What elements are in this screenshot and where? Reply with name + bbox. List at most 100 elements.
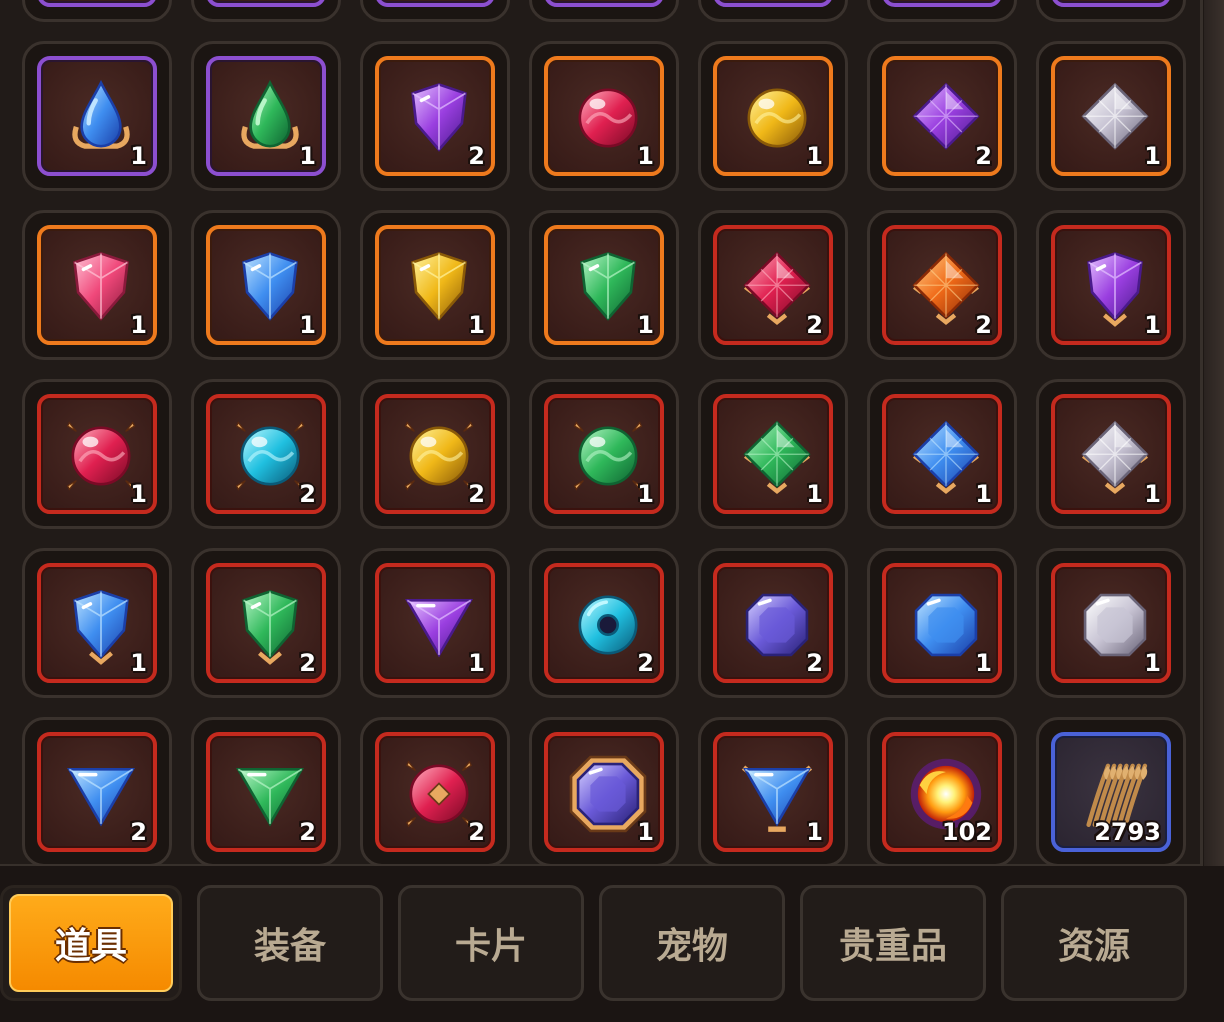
item-count: 2	[468, 480, 485, 508]
tab-pets[interactable]: 宠物	[599, 885, 785, 1001]
inventory-slot[interactable]: 1	[698, 41, 848, 191]
slot-frame: 1	[1051, 563, 1171, 683]
item-count: 2	[130, 818, 147, 846]
inventory-slot-partial[interactable]	[529, 0, 679, 22]
inventory-slot[interactable]: 1	[360, 548, 510, 698]
item-count: 1	[806, 480, 823, 508]
inventory-slot[interactable]: 1	[1036, 210, 1186, 360]
inventory-slot[interactable]: 1	[1036, 548, 1186, 698]
inventory-slot[interactable]: 2	[191, 379, 341, 529]
inventory-slot-partial[interactable]	[22, 0, 172, 22]
inventory-slot[interactable]: 2	[867, 210, 1017, 360]
item-count: 102	[941, 818, 992, 846]
slot-frame: 1	[37, 225, 157, 345]
item-count: 2	[806, 649, 823, 677]
item-count: 1	[637, 311, 654, 339]
slot-frame	[37, 0, 157, 7]
slot-frame: 1	[544, 732, 664, 852]
slot-frame: 1	[544, 225, 664, 345]
inventory-slot[interactable]: 1	[22, 379, 172, 529]
item-count: 1	[1144, 649, 1161, 677]
item-count: 1	[637, 142, 654, 170]
slot-frame: 1	[882, 563, 1002, 683]
inventory-slot[interactable]: 1	[867, 379, 1017, 529]
tab-items[interactable]: 道具	[0, 885, 182, 1001]
item-count: 1	[975, 649, 992, 677]
slot-frame: 1	[544, 56, 664, 176]
inventory-slot[interactable]: 1	[22, 41, 172, 191]
slot-frame	[1051, 0, 1171, 7]
slot-frame: 1	[206, 56, 326, 176]
slot-frame: 2	[882, 225, 1002, 345]
inventory-slot[interactable]: 1	[191, 41, 341, 191]
inventory-slot[interactable]: 2	[191, 717, 341, 867]
slot-frame: 2	[375, 394, 495, 514]
inventory-slot[interactable]: 1	[698, 717, 848, 867]
slot-frame: 1	[713, 732, 833, 852]
inventory-slot[interactable]: 1	[191, 210, 341, 360]
inventory-slot[interactable]: 1	[1036, 379, 1186, 529]
slot-frame: 1	[544, 394, 664, 514]
item-count: 1	[637, 818, 654, 846]
inventory-slot[interactable]: 2793	[1036, 717, 1186, 867]
inventory-slot[interactable]: 2	[360, 379, 510, 529]
item-count: 1	[130, 311, 147, 339]
inventory-slot[interactable]: 2	[698, 210, 848, 360]
inventory-slot[interactable]: 2	[698, 548, 848, 698]
tab-resources[interactable]: 资源	[1001, 885, 1187, 1001]
inventory-slot[interactable]: 1	[529, 717, 679, 867]
slot-frame: 1	[882, 394, 1002, 514]
inventory-slot[interactable]: 1	[529, 41, 679, 191]
tab-cards[interactable]: 卡片	[398, 885, 584, 1001]
inventory-slot[interactable]: 2	[360, 717, 510, 867]
slot-frame: 1	[1051, 225, 1171, 345]
inventory-slot-partial[interactable]	[1036, 0, 1186, 22]
inventory-slot[interactable]: 1	[22, 210, 172, 360]
item-count: 2	[975, 142, 992, 170]
item-count: 1	[1144, 142, 1161, 170]
inventory-grid[interactable]: 1 1 2 1 1 2 1 1 1 1 1 2 2 1 1 2 2 1 1 1 …	[0, 0, 1203, 867]
item-count: 2	[299, 649, 316, 677]
item-count: 1	[637, 480, 654, 508]
inventory-slot-partial[interactable]	[360, 0, 510, 22]
item-count: 1	[468, 649, 485, 677]
inventory-slot[interactable]: 1	[1036, 41, 1186, 191]
tab-valuables[interactable]: 贵重品	[800, 885, 986, 1001]
inventory-slot[interactable]: 1	[698, 379, 848, 529]
item-count: 1	[130, 142, 147, 170]
inventory-slot[interactable]: 1	[867, 548, 1017, 698]
slot-frame: 2	[206, 394, 326, 514]
slot-frame: 2	[713, 225, 833, 345]
inventory-slot-partial[interactable]	[698, 0, 848, 22]
slot-frame: 1	[37, 394, 157, 514]
inventory-slot[interactable]: 2	[529, 548, 679, 698]
item-count: 1	[1144, 480, 1161, 508]
inventory-slot[interactable]: 1	[529, 210, 679, 360]
item-count: 1	[299, 142, 316, 170]
inventory-slot-partial[interactable]	[191, 0, 341, 22]
slot-frame: 1	[206, 225, 326, 345]
inventory-slot[interactable]: 1	[22, 548, 172, 698]
slot-frame: 102	[882, 732, 1002, 852]
inventory-slot[interactable]: 2	[867, 41, 1017, 191]
item-count: 2	[806, 311, 823, 339]
inventory-slot[interactable]: 2	[22, 717, 172, 867]
inventory-slot[interactable]: 2	[191, 548, 341, 698]
slot-frame: 2	[375, 56, 495, 176]
item-count: 1	[975, 480, 992, 508]
item-count: 2	[468, 142, 485, 170]
tab-label: 资源	[1057, 926, 1130, 967]
inventory-slot[interactable]: 102	[867, 717, 1017, 867]
slot-frame: 2	[375, 732, 495, 852]
inventory-slot-partial[interactable]	[867, 0, 1017, 22]
slot-frame	[375, 0, 495, 7]
item-count: 1	[130, 480, 147, 508]
inventory-slot[interactable]: 2	[360, 41, 510, 191]
item-count: 2793	[1094, 818, 1161, 846]
inventory-slot[interactable]: 1	[529, 379, 679, 529]
slot-frame: 1	[713, 56, 833, 176]
inventory-slot[interactable]: 1	[360, 210, 510, 360]
slot-frame: 2	[882, 56, 1002, 176]
tab-equipment[interactable]: 装备	[197, 885, 383, 1001]
tab-label: 装备	[253, 926, 326, 967]
